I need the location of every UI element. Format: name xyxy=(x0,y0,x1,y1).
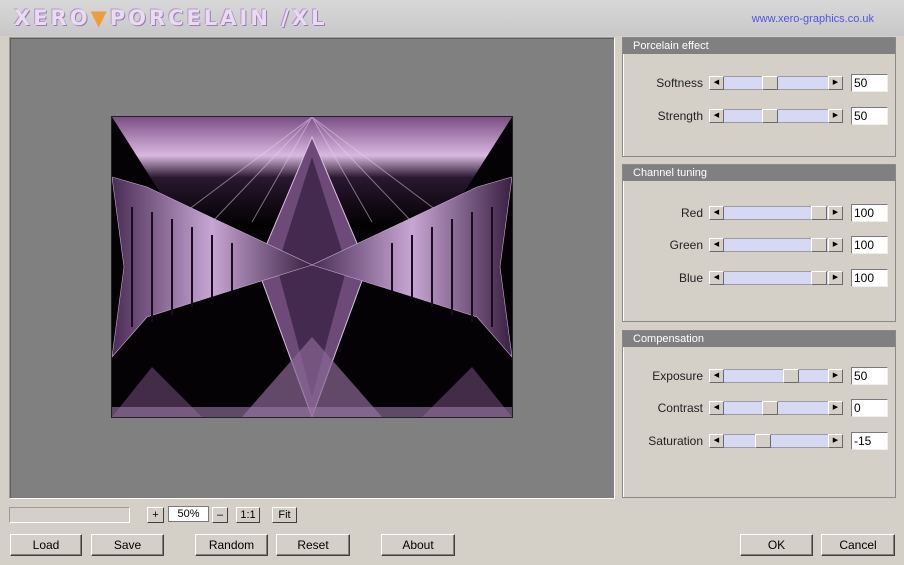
preview-pane[interactable] xyxy=(9,37,615,499)
status-bar xyxy=(9,507,130,523)
strength-value-field[interactable]: 50 xyxy=(851,107,888,125)
zoom-fit-button[interactable]: Fit xyxy=(272,507,297,523)
app-logo: XERO▼PORCELAIN /XL xyxy=(14,6,327,30)
slider-thumb[interactable] xyxy=(783,369,799,383)
logo-text-porcelain: PORCELAIN /XL xyxy=(109,6,328,30)
blue-row: Blue ◀ ▶ 100 xyxy=(623,269,897,287)
channel-tuning-panel: Channel tuning Red ◀ ▶ 100 Green ◀ ▶ 100… xyxy=(622,164,896,322)
slider-thumb[interactable] xyxy=(811,271,827,285)
porcelain-effect-panel: Porcelain effect Softness ◀ ▶ 50 Strengt… xyxy=(622,37,896,157)
softness-row: Softness ◀ ▶ 50 xyxy=(623,74,897,92)
arrow-left-icon[interactable]: ◀ xyxy=(709,238,724,252)
saturation-slider[interactable]: ◀ ▶ xyxy=(709,434,843,448)
load-button[interactable]: Load xyxy=(10,534,82,556)
green-row: Green ◀ ▶ 100 xyxy=(623,236,897,254)
exposure-slider[interactable]: ◀ ▶ xyxy=(709,369,843,383)
preview-image[interactable] xyxy=(111,116,513,418)
contrast-row: Contrast ◀ ▶ 0 xyxy=(623,399,897,417)
logo-text-xero: XERO xyxy=(14,6,91,30)
exposure-value-field[interactable]: 50 xyxy=(851,367,888,385)
arrow-right-icon[interactable]: ▶ xyxy=(828,238,843,252)
strength-slider[interactable]: ◀ ▶ xyxy=(709,109,843,123)
softness-value-field[interactable]: 50 xyxy=(851,74,888,92)
slider-thumb[interactable] xyxy=(755,434,771,448)
zoom-level-field[interactable]: 50% xyxy=(168,506,209,522)
blue-slider[interactable]: ◀ ▶ xyxy=(709,271,843,285)
exposure-row: Exposure ◀ ▶ 50 xyxy=(623,367,897,385)
arrow-right-icon[interactable]: ▶ xyxy=(828,109,843,123)
arrow-right-icon[interactable]: ▶ xyxy=(828,434,843,448)
zoom-out-button[interactable]: – xyxy=(212,507,228,523)
strength-row: Strength ◀ ▶ 50 xyxy=(623,107,897,125)
slider-thumb[interactable] xyxy=(762,76,778,90)
panel-title: Porcelain effect xyxy=(623,38,895,54)
exposure-label: Exposure xyxy=(652,369,703,383)
saturation-value-field[interactable]: -15 xyxy=(851,432,888,450)
green-slider[interactable]: ◀ ▶ xyxy=(709,238,843,252)
contrast-value-field[interactable]: 0 xyxy=(851,399,888,417)
arrow-left-icon[interactable]: ◀ xyxy=(709,434,724,448)
contrast-slider[interactable]: ◀ ▶ xyxy=(709,401,843,415)
arrow-left-icon[interactable]: ◀ xyxy=(709,206,724,220)
strength-label: Strength xyxy=(657,109,703,123)
random-button[interactable]: Random xyxy=(195,534,268,556)
arrow-right-icon[interactable]: ▶ xyxy=(828,76,843,90)
saturation-label: Saturation xyxy=(648,434,703,448)
logo-triangle-icon: ▼ xyxy=(90,6,110,30)
arrow-right-icon[interactable]: ▶ xyxy=(828,206,843,220)
ok-button[interactable]: OK xyxy=(740,534,813,556)
arrow-left-icon[interactable]: ◀ xyxy=(709,271,724,285)
zoom-1-1-button[interactable]: 1:1 xyxy=(236,507,260,523)
slider-thumb[interactable] xyxy=(811,238,827,252)
arrow-left-icon[interactable]: ◀ xyxy=(709,76,724,90)
slider-thumb[interactable] xyxy=(762,401,778,415)
panel-title: Channel tuning xyxy=(623,165,895,181)
arrow-right-icon[interactable]: ▶ xyxy=(828,401,843,415)
cancel-button[interactable]: Cancel xyxy=(821,534,895,556)
green-value-field[interactable]: 100 xyxy=(851,236,888,254)
arrow-left-icon[interactable]: ◀ xyxy=(709,401,724,415)
fractal-image xyxy=(112,117,512,417)
blue-value-field[interactable]: 100 xyxy=(851,269,888,287)
softness-label: Softness xyxy=(656,76,703,90)
green-label: Green xyxy=(669,238,703,252)
saturation-row: Saturation ◀ ▶ -15 xyxy=(623,432,897,450)
contrast-label: Contrast xyxy=(657,401,703,415)
panel-title: Compensation xyxy=(623,331,895,347)
website-link[interactable]: www.xero-graphics.co.uk xyxy=(752,13,874,25)
arrow-left-icon[interactable]: ◀ xyxy=(709,109,724,123)
zoom-in-button[interactable]: + xyxy=(147,507,164,523)
save-button[interactable]: Save xyxy=(91,534,164,556)
softness-slider[interactable]: ◀ ▶ xyxy=(709,76,843,90)
red-value-field[interactable]: 100 xyxy=(851,204,888,222)
red-row: Red ◀ ▶ 100 xyxy=(623,204,897,222)
about-button[interactable]: About xyxy=(381,534,455,556)
reset-button[interactable]: Reset xyxy=(276,534,350,556)
arrow-right-icon[interactable]: ▶ xyxy=(828,369,843,383)
blue-label: Blue xyxy=(678,271,703,285)
red-slider[interactable]: ◀ ▶ xyxy=(709,206,843,220)
slider-thumb[interactable] xyxy=(811,206,827,220)
arrow-right-icon[interactable]: ▶ xyxy=(828,271,843,285)
red-label: Red xyxy=(680,206,703,220)
title-bar: XERO▼PORCELAIN /XL www.xero-graphics.co.… xyxy=(0,0,904,36)
arrow-left-icon[interactable]: ◀ xyxy=(709,369,724,383)
compensation-panel: Compensation Exposure ◀ ▶ 50 Contrast ◀ … xyxy=(622,330,896,498)
slider-thumb[interactable] xyxy=(762,109,778,123)
